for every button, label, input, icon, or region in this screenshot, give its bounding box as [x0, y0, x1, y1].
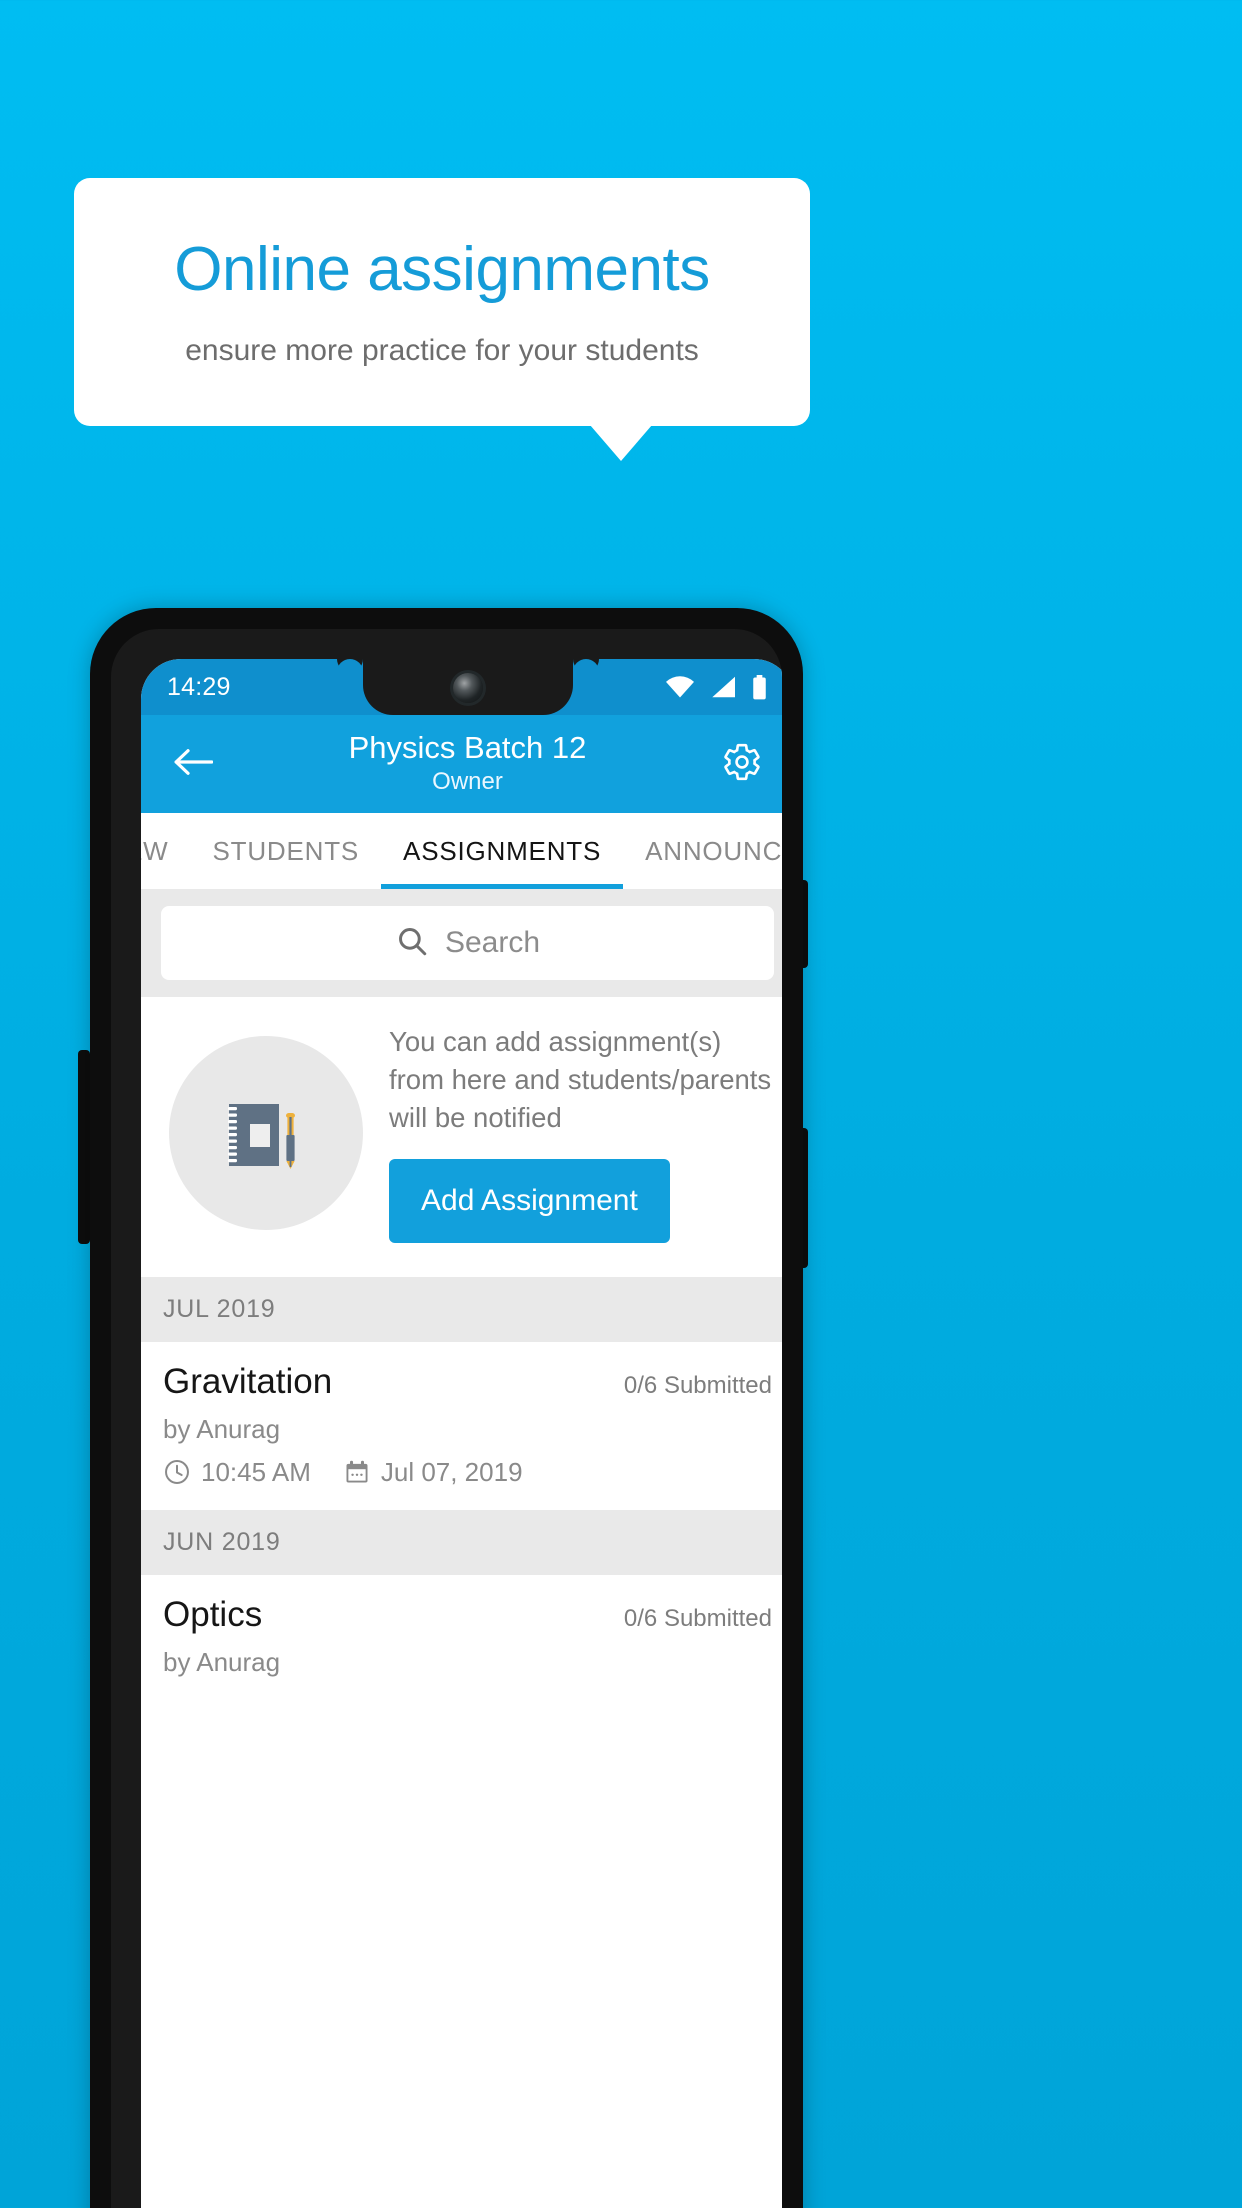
notebook-and-pen-icon	[169, 1035, 363, 1230]
search-icon	[395, 924, 429, 963]
status-bar-icons	[666, 674, 768, 700]
assignment-time: 10:45 AM	[201, 1456, 311, 1487]
assignment-date: Jul 07, 2019	[380, 1456, 523, 1487]
tab-assignments[interactable]: ASSIGNMENTS	[381, 813, 624, 889]
search-container: Search	[141, 889, 782, 997]
phone-side-button-left	[78, 1050, 90, 1244]
front-camera-icon	[452, 673, 483, 703]
tab-overview[interactable]: IEW	[141, 813, 191, 889]
add-assignment-button[interactable]: Add Assignment	[389, 1158, 670, 1243]
assignment-meta: 10:45 AM Jul 07, 2019	[163, 1457, 772, 1488]
phone-bezel: 14:29 Physics Batch 12 Owner W STUDENTS …	[111, 629, 782, 2208]
promo-subtitle: ensure more practice for your students	[185, 334, 699, 368]
search-input[interactable]: Search	[161, 906, 774, 980]
assignment-author: by Anurag	[163, 1646, 281, 1677]
phone-notch	[362, 659, 573, 715]
clock-icon	[163, 1458, 191, 1486]
empty-state-card: You can add assignment(s) from here and …	[141, 997, 782, 1277]
signal-icon	[710, 676, 735, 698]
phone-screen: 14:29 Physics Batch 12 Owner W STUDENTS …	[141, 659, 782, 2208]
gear-icon	[721, 741, 763, 788]
back-button[interactable]	[165, 736, 221, 792]
assignment-header: Gravitation 0/6 Submitted	[163, 1362, 772, 1402]
assignment-title: Gravitation	[163, 1361, 333, 1401]
phone-mockup: 14:29 Physics Batch 12 Owner W STUDENTS …	[90, 608, 803, 2208]
promo-callout-tail	[590, 425, 652, 461]
assignment-submitted-count: 0/6 Submitted	[623, 1604, 772, 1632]
page-subtitle: Owner	[432, 767, 503, 795]
month-header-jun: JUN 2019	[141, 1509, 782, 1575]
empty-state-content: You can add assignment(s) from here and …	[363, 1023, 772, 1243]
assignment-submitted-count: 0/6 Submitted	[623, 1371, 772, 1399]
tab-bar[interactable]: IEW STUDENTS ASSIGNMENTS ANNOUNCEMENTS	[141, 813, 782, 889]
assignment-row[interactable]: Gravitation 0/6 Submitted by Anurag 10:4…	[141, 1341, 782, 1510]
tab-students[interactable]: STUDENTS	[191, 813, 382, 889]
app-bar-titles: Physics Batch 12 Owner	[141, 730, 782, 797]
arrow-left-icon	[173, 746, 214, 783]
app-bar: Physics Batch 12 Owner	[141, 715, 782, 813]
assignment-header: Optics 0/6 Submitted	[163, 1595, 772, 1635]
promo-title: Online assignments	[174, 234, 710, 304]
battery-icon	[751, 674, 768, 700]
empty-state-text: You can add assignment(s) from here and …	[389, 1026, 772, 1133]
status-bar-clock: 14:29	[167, 672, 231, 701]
page-title: Physics Batch 12	[348, 730, 587, 766]
settings-button[interactable]	[714, 736, 770, 792]
assignment-row[interactable]: Optics 0/6 Submitted by Anurag	[141, 1574, 782, 1700]
promo-callout-card: Online assignments ensure more practice …	[74, 178, 810, 426]
calendar-icon	[343, 1458, 371, 1486]
assignment-title: Optics	[163, 1594, 263, 1634]
month-header-jul: JUL 2019	[141, 1276, 782, 1342]
tab-announcements[interactable]: ANNOUNCEMENTS	[623, 813, 782, 889]
search-placeholder: Search	[444, 926, 541, 959]
wifi-icon	[666, 676, 694, 698]
assignment-author: by Anurag	[163, 1413, 281, 1444]
